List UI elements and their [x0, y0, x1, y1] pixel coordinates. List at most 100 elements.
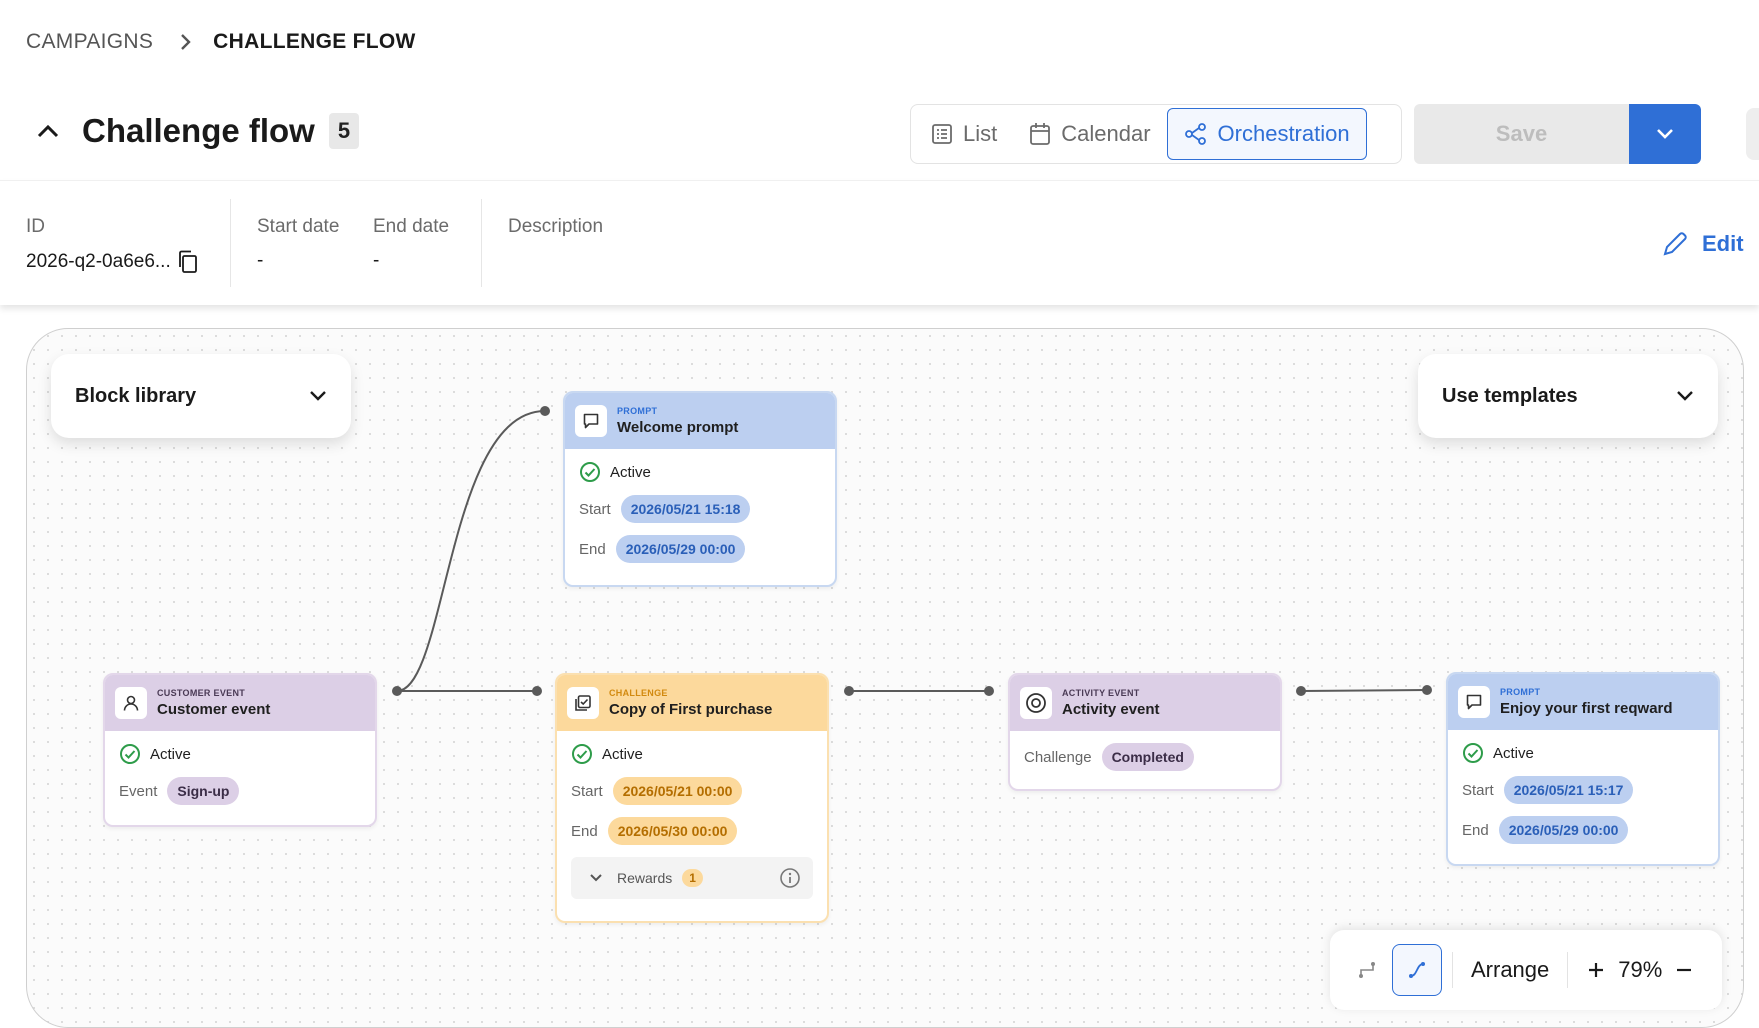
challenge-row: Challenge Completed — [1024, 743, 1266, 771]
meta-end-value: - — [373, 250, 380, 271]
node-reward-prompt[interactable]: Prompt Enjoy your first reqward Active S… — [1446, 672, 1720, 866]
view-calendar-button[interactable]: Calendar — [1013, 108, 1166, 160]
meta-id-label: ID — [26, 216, 45, 237]
meta-id-value: 2026-q2-0a6e6... — [26, 251, 171, 272]
chevron-right-icon — [179, 33, 191, 51]
node-activity-event[interactable]: Activity event Activity event Challenge … — [1008, 673, 1282, 791]
view-orchestration-button[interactable]: Orchestration — [1166, 108, 1367, 160]
block-library-label: Block library — [75, 384, 197, 407]
view-list-label: List — [963, 121, 998, 146]
meta-end-label: End date — [373, 216, 450, 237]
start-pill: 2026/05/21 15:18 — [620, 495, 751, 523]
node-body: Active Start 2026/05/21 00:00 End 2026/0… — [557, 731, 827, 911]
node-header: Customer event Customer event — [105, 675, 375, 731]
calendar-icon — [1030, 123, 1051, 145]
breadcrumb-campaigns[interactable]: CAMPAIGNS — [26, 30, 153, 54]
node-customer-event[interactable]: Customer event Customer event Active Eve… — [103, 673, 377, 827]
overflow-button[interactable] — [1746, 108, 1759, 160]
use-templates-label: Use templates — [1442, 384, 1578, 407]
zoom-out-button[interactable] — [1666, 944, 1702, 996]
zoom-in-button[interactable] — [1578, 944, 1614, 996]
save-options-button[interactable] — [1629, 104, 1701, 164]
chevron-down-icon — [310, 391, 326, 401]
view-list-button[interactable]: List — [915, 108, 1013, 160]
connector-handle — [1422, 685, 1432, 695]
start-label: Start — [571, 782, 603, 800]
node-kind: Customer event — [157, 688, 246, 698]
end-pill: 2026/05/29 00:00 — [1498, 816, 1629, 844]
end-label: End — [1462, 821, 1489, 839]
connector-activity-to-prompt — [1300, 689, 1428, 692]
end-label: End — [571, 822, 598, 840]
node-welcome-prompt[interactable]: Prompt Welcome prompt Active Start 2026/… — [563, 391, 837, 587]
connector-handle — [844, 686, 854, 696]
chevron-down-icon — [1677, 391, 1693, 401]
node-body: Active Start 2026/05/21 15:17 End 2026/0… — [1448, 730, 1718, 856]
node-name: Copy of First purchase — [609, 701, 773, 718]
node-header: Prompt Welcome prompt — [565, 393, 835, 449]
node-challenge[interactable]: Challenge Copy of First purchase Active … — [555, 673, 829, 923]
message-icon — [1458, 686, 1490, 718]
check-circle-icon — [119, 743, 141, 765]
start-row: Start 2026/05/21 00:00 — [571, 777, 813, 805]
status-text: Active — [150, 745, 191, 763]
node-header: Prompt Enjoy your first reqward — [1448, 674, 1718, 730]
end-label: End — [579, 540, 606, 558]
check-circle-icon — [1462, 742, 1484, 764]
connector-straight-icon — [1359, 962, 1375, 978]
orchestration-icon — [1184, 123, 1206, 145]
title-row: Challenge flow 5 — [32, 112, 360, 150]
node-kind: Challenge — [609, 688, 668, 698]
view-calendar-label: Calendar — [1061, 121, 1151, 146]
connector-handle — [392, 686, 402, 696]
node-kind: Prompt — [1500, 687, 1541, 697]
chevron-down-icon — [1657, 129, 1673, 139]
meta-description-label: Description — [508, 216, 604, 237]
end-row: End 2026/05/29 00:00 — [579, 535, 821, 563]
end-row: End 2026/05/30 00:00 — [571, 817, 813, 845]
rewards-label: Rewards — [617, 870, 673, 886]
node-name: Activity event — [1062, 701, 1160, 718]
status-text: Active — [602, 745, 643, 763]
meta-divider — [481, 199, 482, 287]
connector-curved-icon — [1409, 962, 1425, 978]
save-button[interactable]: Save — [1414, 104, 1629, 164]
toolbar-divider — [1452, 952, 1453, 988]
start-row: Start 2026/05/21 15:18 — [579, 495, 821, 523]
edit-button[interactable]: Edit — [1660, 229, 1744, 259]
use-templates-dropdown[interactable]: Use templates — [1418, 354, 1718, 438]
user-icon — [115, 687, 147, 719]
meta-start: Start date - — [257, 216, 339, 272]
message-icon — [575, 405, 607, 437]
count-badge: 5 — [328, 113, 360, 149]
copy-icon[interactable] — [177, 250, 199, 274]
connector-handle — [532, 686, 542, 696]
orchestration-canvas[interactable]: Block library Use templates Customer eve… — [26, 328, 1744, 1028]
canvas-toolbar: Arrange 79% — [1330, 930, 1722, 1010]
node-name: Welcome prompt — [617, 419, 739, 436]
start-pill: 2026/05/21 00:00 — [612, 777, 743, 805]
node-body: Challenge Completed — [1010, 731, 1280, 783]
status-row: Active — [571, 743, 813, 765]
rewards-toggle[interactable]: Rewards 1 — [571, 857, 813, 899]
connector-curved-button[interactable] — [1392, 944, 1442, 996]
challenge-label: Challenge — [1024, 748, 1092, 766]
edit-label: Edit — [1702, 231, 1744, 256]
view-switch: List Calendar Orchestration — [910, 104, 1402, 164]
node-header: Challenge Copy of First purchase — [557, 675, 827, 731]
arrange-button[interactable]: Arrange — [1471, 957, 1549, 983]
zoom-level: 79% — [1618, 957, 1663, 982]
challenge-pill: Completed — [1101, 743, 1194, 771]
chevron-up-icon[interactable] — [32, 115, 64, 147]
status-row: Active — [579, 461, 821, 483]
node-header: Activity event Activity event — [1010, 675, 1280, 731]
view-orchestration-label: Orchestration — [1217, 121, 1350, 146]
event-row: Event Sign-up — [119, 777, 361, 805]
pencil-icon — [1663, 232, 1687, 256]
connector-straight-button[interactable] — [1342, 944, 1392, 996]
start-label: Start — [579, 500, 611, 518]
info-icon[interactable] — [779, 867, 801, 889]
start-row: Start 2026/05/21 15:17 — [1462, 776, 1704, 804]
node-body: Active Start 2026/05/21 15:18 End 2026/0… — [565, 449, 835, 575]
block-library-dropdown[interactable]: Block library — [51, 354, 351, 438]
